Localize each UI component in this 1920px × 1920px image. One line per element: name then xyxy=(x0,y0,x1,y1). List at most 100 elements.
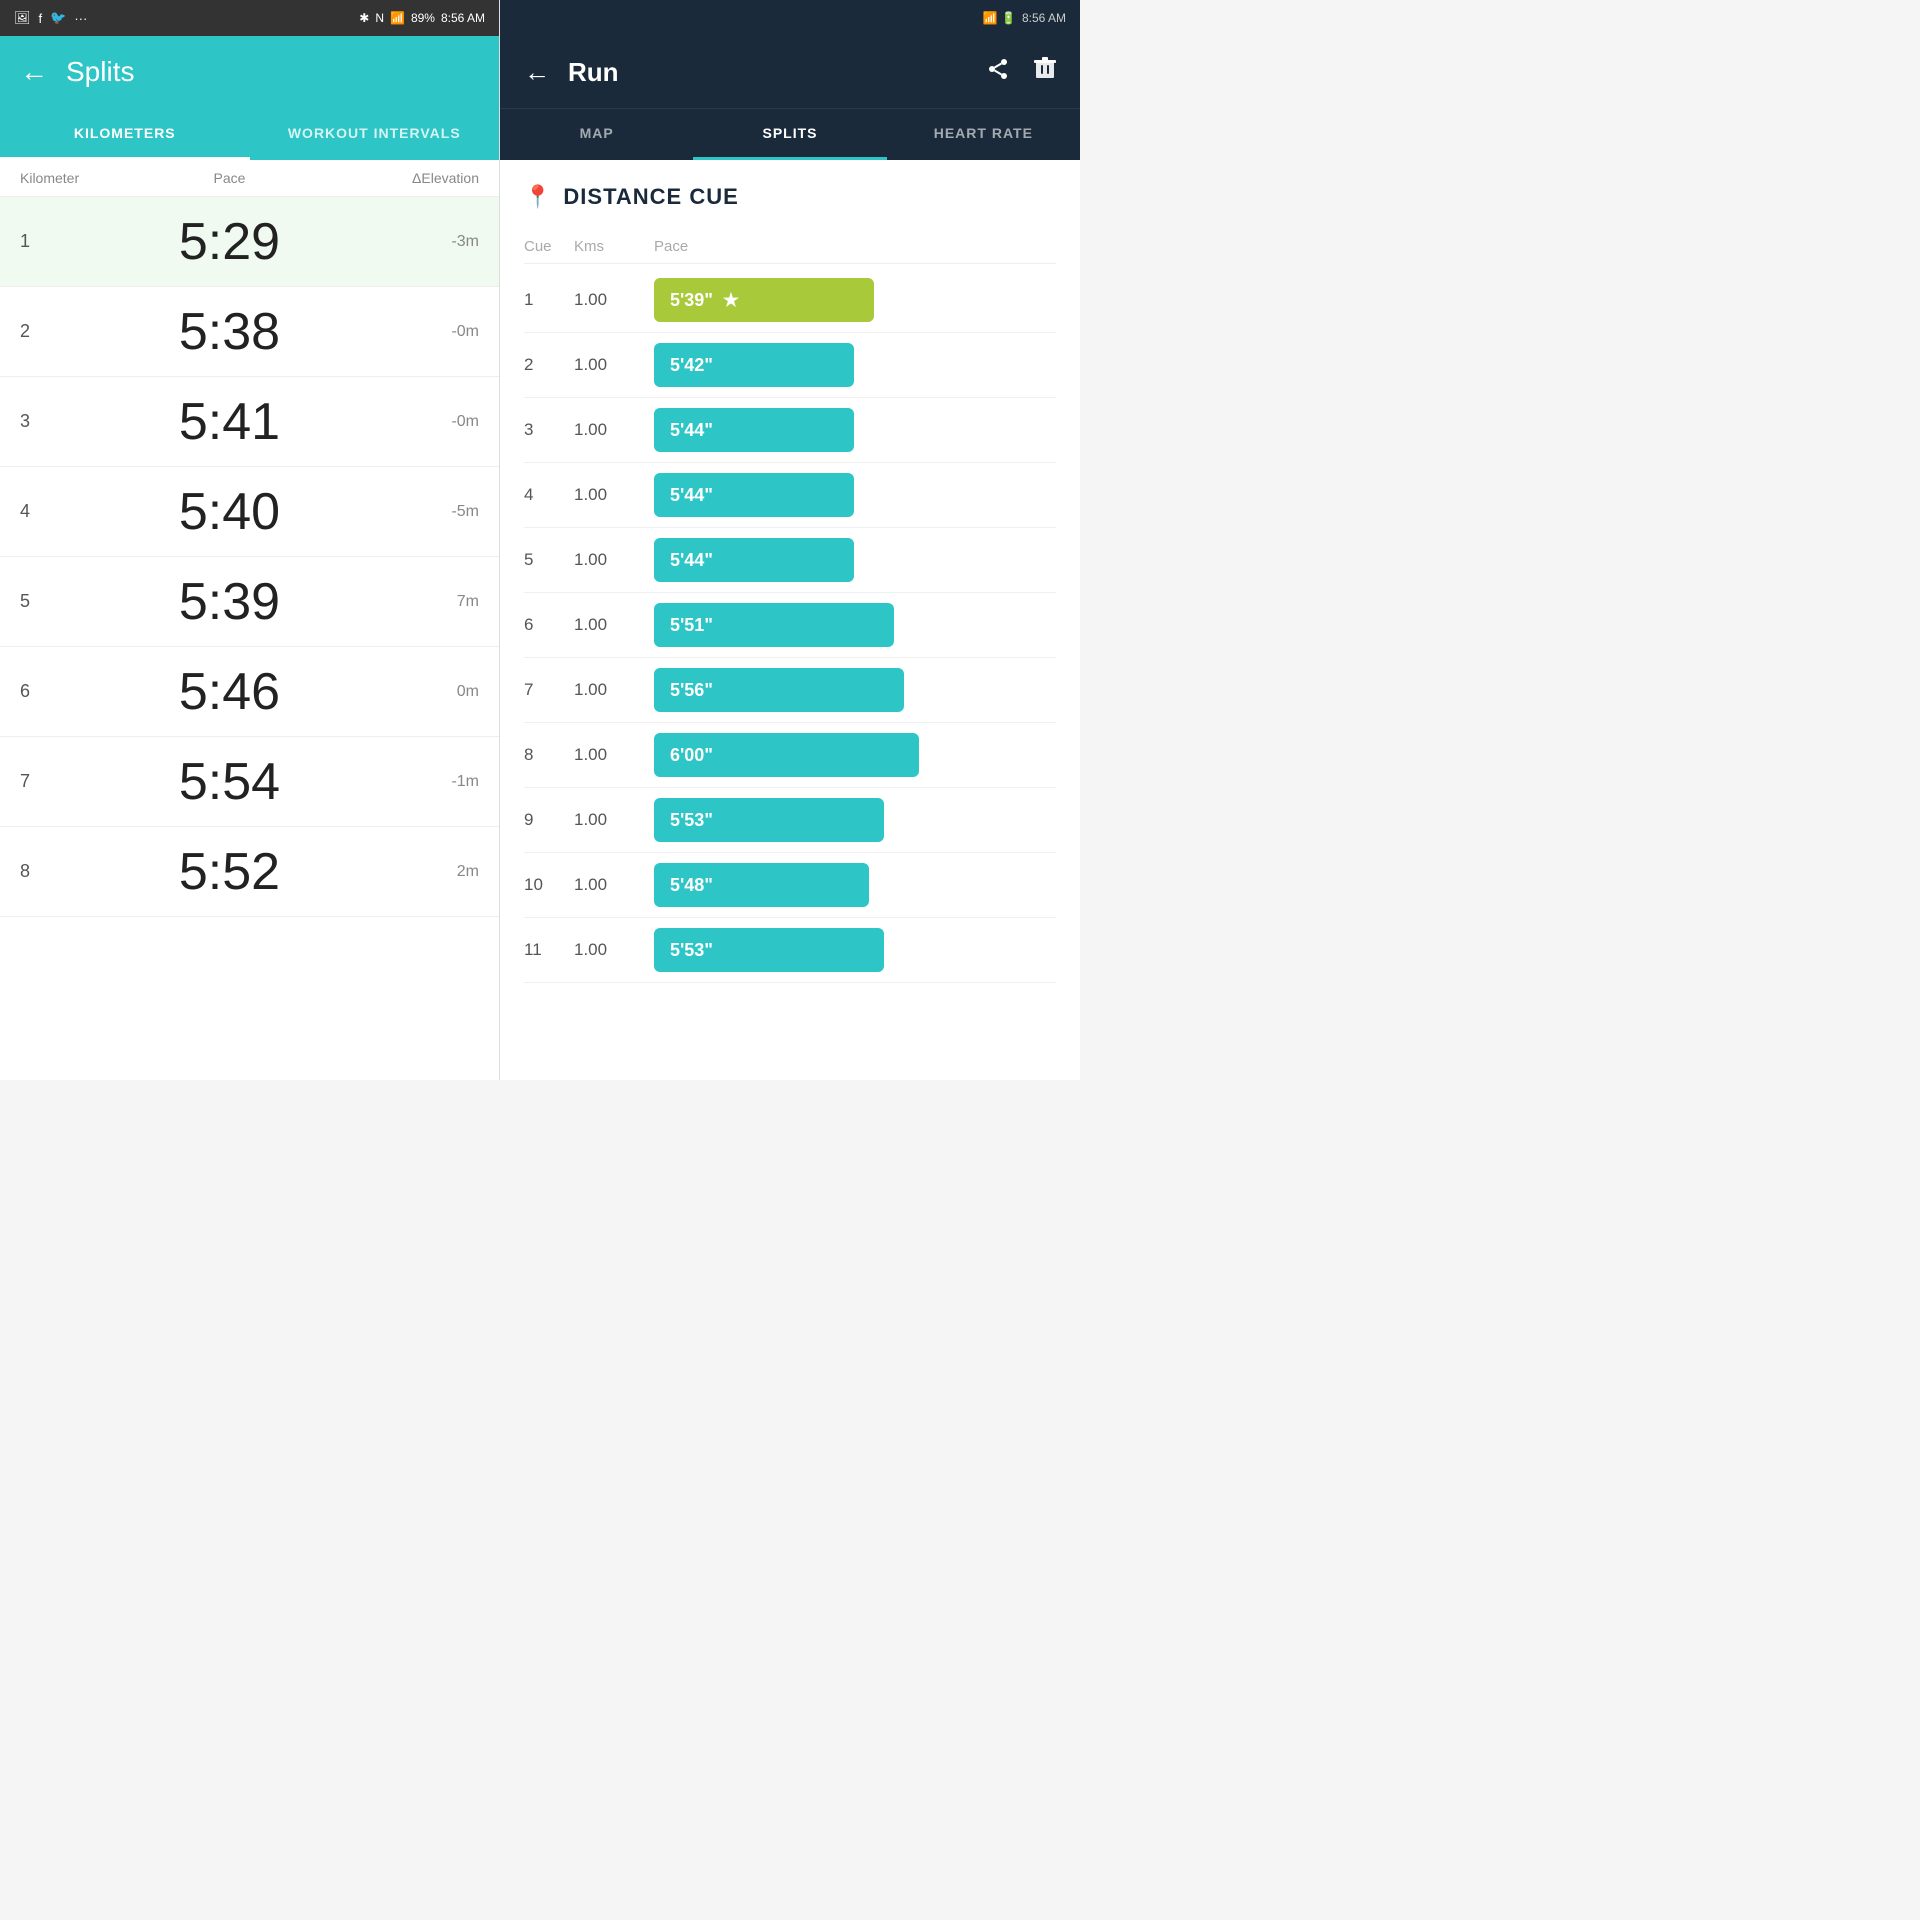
table-row: 3 5:41 -0m xyxy=(0,377,499,467)
cue-number: 11 xyxy=(524,940,574,960)
right-page-title: Run xyxy=(568,57,968,88)
right-content: 📍 DISTANCE CUE Cue Kms Pace 1 1.00 5'39"… xyxy=(500,160,1080,1080)
cue-pace-value: 6'00" xyxy=(670,745,713,766)
cue-kms: 1.00 xyxy=(574,680,654,700)
table-row: 6 5:46 0m xyxy=(0,647,499,737)
split-pace-value: 5:54 xyxy=(60,752,399,812)
cue-pace-value: 5'56" xyxy=(670,680,713,701)
split-km-number: 8 xyxy=(20,861,60,882)
cue-pace-value: 5'44" xyxy=(670,420,713,441)
time-text: 8:56 AM xyxy=(441,11,485,25)
status-bar-right: 📶 🔋 8:56 AM xyxy=(500,0,1080,36)
list-item: 5 1.00 5'44" xyxy=(524,528,1056,593)
list-item: 11 1.00 5'53" xyxy=(524,918,1056,983)
right-back-button[interactable]: ← xyxy=(524,57,550,88)
table-row: 1 5:29 -3m xyxy=(0,197,499,287)
cue-pace-value: 5'53" xyxy=(670,940,713,961)
table-row: 4 5:40 -5m xyxy=(0,467,499,557)
list-item: 7 1.00 5'56" xyxy=(524,658,1056,723)
right-tabs: MAP SPLITS HEART RATE xyxy=(500,108,1080,160)
cue-kms: 1.00 xyxy=(574,875,654,895)
table-row: 5 5:39 7m xyxy=(0,557,499,647)
list-item: 4 1.00 5'44" xyxy=(524,463,1056,528)
cue-col-header-num: Cue xyxy=(524,238,574,255)
cue-pace-value: 5'44" xyxy=(670,485,713,506)
table-row: 8 5:52 2m xyxy=(0,827,499,917)
split-elevation-value: -0m xyxy=(399,323,479,341)
split-km-number: 1 xyxy=(20,231,60,252)
cue-number: 9 xyxy=(524,810,574,830)
cue-pace-bar: 5'39" ★ xyxy=(654,278,874,322)
cue-kms: 1.00 xyxy=(574,420,654,440)
status-icons: 🖼 f 🐦 ··· xyxy=(14,10,87,26)
battery-text: 89% xyxy=(411,11,435,25)
cue-pace-bar: 5'53" xyxy=(654,798,884,842)
cue-pace-bar: 5'48" xyxy=(654,863,869,907)
twitter-icon: 🐦 xyxy=(50,10,66,26)
split-rows: 1 5:29 -3m 2 5:38 -0m 3 5:41 -0m 4 5:40 … xyxy=(0,197,499,1080)
split-km-number: 5 xyxy=(20,591,60,612)
left-panel: 🖼 f 🐦 ··· ✱ N 📶 89% 8:56 AM ← Splits KIL… xyxy=(0,0,500,1080)
cue-pace-value: 5'48" xyxy=(670,875,713,896)
table-row: 7 5:54 -1m xyxy=(0,737,499,827)
list-item: 1 1.00 5'39" ★ xyxy=(524,268,1056,333)
tab-workout-intervals[interactable]: WORKOUT INTERVALS xyxy=(250,108,500,160)
split-elevation-value: -5m xyxy=(399,503,479,521)
facebook-icon: f xyxy=(39,11,43,26)
list-item: 6 1.00 5'51" xyxy=(524,593,1056,658)
cue-pace-bar: 6'00" xyxy=(654,733,919,777)
cue-number: 8 xyxy=(524,745,574,765)
more-icon: ··· xyxy=(74,11,87,26)
split-elevation-value: -3m xyxy=(399,233,479,251)
delete-icon[interactable] xyxy=(1034,57,1056,87)
cue-pace-bar: 5'44" xyxy=(654,408,854,452)
col-header-pace: Pace xyxy=(60,170,399,186)
cue-kms: 1.00 xyxy=(574,940,654,960)
cue-number: 7 xyxy=(524,680,574,700)
cue-pace-value: 5'51" xyxy=(670,615,713,636)
cue-pace-bar: 5'56" xyxy=(654,668,904,712)
cue-rows: 1 1.00 5'39" ★ 2 1.00 5'42" 3 1.00 5'44"… xyxy=(524,268,1056,983)
list-item: 3 1.00 5'44" xyxy=(524,398,1056,463)
distance-cue-title: DISTANCE CUE xyxy=(563,184,738,210)
tab-map[interactable]: MAP xyxy=(500,109,693,160)
split-km-number: 7 xyxy=(20,771,60,792)
cue-number: 2 xyxy=(524,355,574,375)
split-pace-value: 5:38 xyxy=(60,302,399,362)
tab-heart-rate[interactable]: HEART RATE xyxy=(887,109,1080,160)
cue-number: 6 xyxy=(524,615,574,635)
split-pace-value: 5:46 xyxy=(60,662,399,722)
cue-column-headers: Cue Kms Pace xyxy=(524,230,1056,264)
cue-pace-bar: 5'51" xyxy=(654,603,894,647)
split-pace-value: 5:29 xyxy=(60,212,399,272)
wifi-icon: 📶 xyxy=(390,11,405,25)
cue-pace-bar: 5'44" xyxy=(654,473,854,517)
share-icon[interactable] xyxy=(986,57,1010,87)
cue-kms: 1.00 xyxy=(574,810,654,830)
left-tabs: KILOMETERS WORKOUT INTERVALS xyxy=(0,108,499,160)
col-header-elevation: ΔElevation xyxy=(399,170,479,186)
bluetooth-icon: ✱ xyxy=(359,11,369,25)
page-title: Splits xyxy=(66,56,134,88)
tab-splits[interactable]: SPLITS xyxy=(693,109,886,160)
cue-pace-value: 5'42" xyxy=(670,355,713,376)
cue-pace-value: 5'39" xyxy=(670,290,713,311)
cue-pace-value: 5'44" xyxy=(670,550,713,571)
back-button[interactable]: ← xyxy=(20,56,48,88)
pin-icon: 📍 xyxy=(524,184,551,210)
cue-number: 3 xyxy=(524,420,574,440)
right-header-actions xyxy=(986,57,1056,87)
split-elevation-value: -0m xyxy=(399,413,479,431)
cue-pace-value: 5'53" xyxy=(670,810,713,831)
right-header: ← Run xyxy=(500,36,1080,108)
cue-col-header-kms: Kms xyxy=(574,238,654,255)
distance-cue-header: 📍 DISTANCE CUE xyxy=(524,184,1056,210)
split-km-number: 3 xyxy=(20,411,60,432)
photo-icon: 🖼 xyxy=(14,10,31,26)
cue-kms: 1.00 xyxy=(574,615,654,635)
tab-kilometers[interactable]: KILOMETERS xyxy=(0,108,250,160)
status-bar-left: 🖼 f 🐦 ··· ✱ N 📶 89% 8:56 AM xyxy=(0,0,499,36)
cue-kms: 1.00 xyxy=(574,550,654,570)
list-item: 2 1.00 5'42" xyxy=(524,333,1056,398)
cue-number: 10 xyxy=(524,875,574,895)
